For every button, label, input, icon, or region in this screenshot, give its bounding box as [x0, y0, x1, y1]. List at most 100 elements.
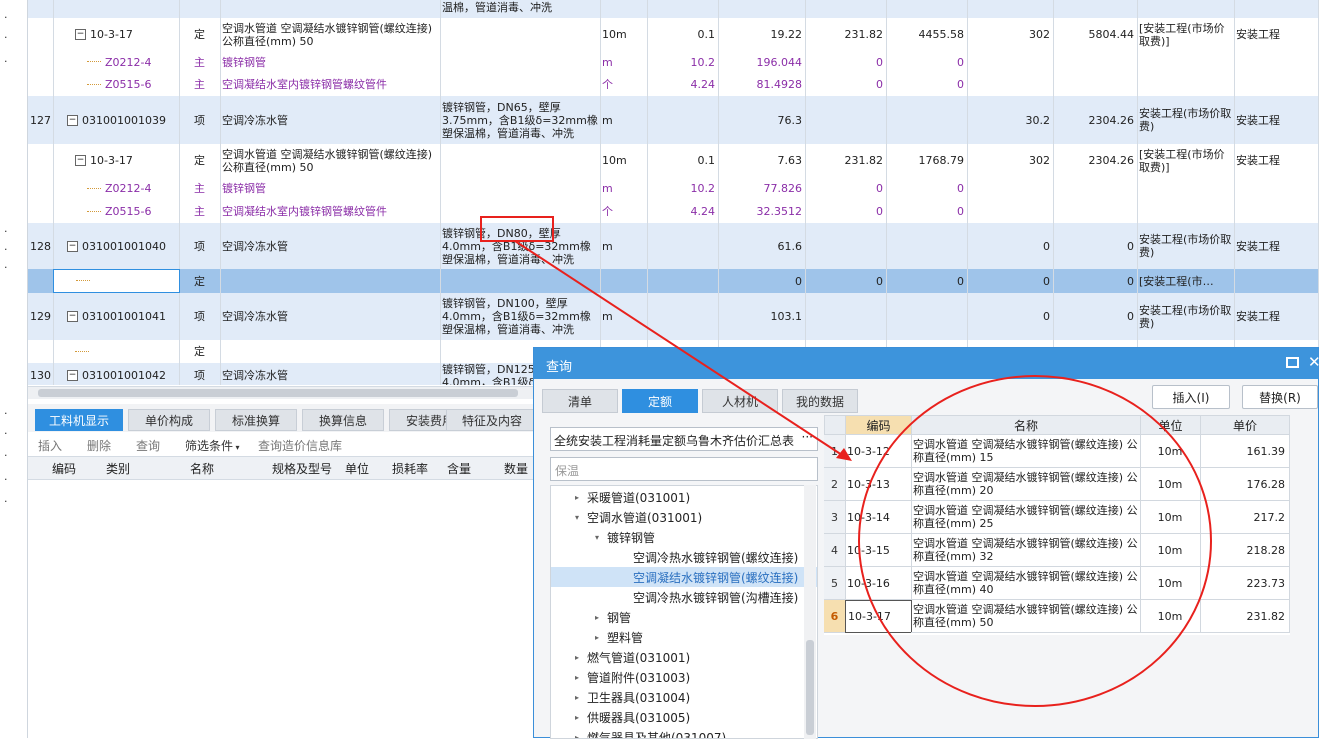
- cell-unit[interactable]: 10m: [600, 18, 648, 51]
- cell-c9[interactable]: 30.2: [967, 96, 1054, 144]
- cell-sum[interactable]: 0: [886, 51, 968, 73]
- cell-spec[interactable]: [440, 18, 601, 51]
- cell-unit-price[interactable]: 231.82: [805, 144, 887, 177]
- cell-fee[interactable]: 安装工程(市场价取费): [1137, 223, 1235, 269]
- cell-idx[interactable]: [28, 200, 54, 223]
- expand-right-icon[interactable]: ▸: [575, 673, 587, 682]
- cell-name[interactable]: [220, 0, 441, 18]
- table-row[interactable]: 128−031001001040项空调冷冻水管镀锌钢管，DN80，壁厚4.0mm…: [28, 223, 1319, 270]
- collapse-icon[interactable]: −: [67, 311, 78, 322]
- cell-code[interactable]: Z0515-6: [53, 73, 180, 96]
- cell-qty[interactable]: [647, 269, 719, 293]
- cell-name[interactable]: 空调水管道 空调凝结水镀锌钢管(螺纹连接) 公称直径(mm) 25: [911, 501, 1141, 534]
- cell-total-qty[interactable]: 32.3512: [718, 200, 806, 223]
- cell-major[interactable]: [1234, 177, 1319, 200]
- cell-unit-price[interactable]: 0: [805, 177, 887, 200]
- cell-unit[interactable]: 个: [600, 200, 648, 223]
- cell-spec[interactable]: 镀锌钢管，DN65，壁厚3.75mm，含B1级δ=32mm橡塑保温棉，管道消毒、…: [440, 96, 601, 144]
- cell-c9[interactable]: [967, 0, 1054, 18]
- expand-right-icon[interactable]: ▸: [575, 733, 587, 739]
- tree-item[interactable]: ▾空调水管道(031001): [551, 507, 818, 527]
- cell-spec[interactable]: [440, 269, 601, 293]
- cell-qty[interactable]: [647, 0, 719, 18]
- table-row[interactable]: Z0515-6主空调凝结水室内镀锌钢管螺纹管件个4.2481.492800: [28, 73, 1319, 97]
- cell-code[interactable]: 10-3-17: [845, 600, 912, 633]
- cell-c10[interactable]: 0: [1053, 293, 1138, 340]
- cell-idx[interactable]: [28, 340, 54, 363]
- tree-item[interactable]: ▸管道附件(031003): [551, 667, 818, 687]
- cell-c9[interactable]: 0: [967, 293, 1054, 340]
- cell-unit[interactable]: [600, 0, 648, 18]
- cell-unit-price[interactable]: [805, 96, 887, 144]
- tab-labor-material-machine[interactable]: 人材机: [702, 389, 778, 413]
- cell-code[interactable]: [53, 0, 180, 18]
- cell-idx[interactable]: [28, 177, 54, 200]
- cell-unit[interactable]: m: [600, 223, 648, 269]
- cell-price[interactable]: 161.39: [1200, 435, 1290, 468]
- cell-total-qty[interactable]: 76.3: [718, 96, 806, 144]
- cell-idx[interactable]: [28, 18, 54, 51]
- cell-type[interactable]: 项: [179, 293, 221, 340]
- cell-name[interactable]: 空调水管道 空调凝结水镀锌钢管(螺纹连接) 公称直径(mm) 32: [911, 534, 1141, 567]
- tree-item[interactable]: ▸塑料管: [551, 627, 818, 647]
- dialog-titlebar[interactable]: 查询 ✕: [534, 348, 1318, 379]
- cell-qty[interactable]: 4.24: [647, 200, 719, 223]
- cell-idx[interactable]: 130: [28, 363, 54, 385]
- cell-code[interactable]: [53, 340, 180, 363]
- cell-idx[interactable]: 129: [28, 293, 54, 340]
- expand-right-icon[interactable]: ▸: [575, 713, 587, 722]
- cell-code[interactable]: −031001001040: [53, 223, 180, 269]
- cell-unit[interactable]: [600, 269, 648, 293]
- cell-c9[interactable]: [967, 200, 1054, 223]
- row-number[interactable]: 1: [824, 435, 846, 468]
- cell-major[interactable]: 安装工程: [1234, 96, 1319, 144]
- cell-total-qty[interactable]: 61.6: [718, 223, 806, 269]
- result-row[interactable]: 310-3-14空调水管道 空调凝结水镀锌钢管(螺纹连接) 公称直径(mm) 2…: [824, 501, 1290, 534]
- table-row[interactable]: 温棉，管道消毒、冲洗: [28, 0, 1319, 19]
- collapse-icon[interactable]: −: [75, 29, 86, 40]
- cell-price[interactable]: 223.73: [1200, 567, 1290, 600]
- row-number[interactable]: 4: [824, 534, 846, 567]
- table-row[interactable]: −10-3-17定空调水管道 空调凝结水镀锌钢管(螺纹连接) 公称直径(mm) …: [28, 18, 1319, 52]
- cell-code[interactable]: 10-3-14: [845, 501, 912, 534]
- cell-type[interactable]: 主: [179, 177, 221, 200]
- tree-item[interactable]: ▸燃气器具及其他(031007): [551, 727, 818, 739]
- cell-c10[interactable]: [1053, 200, 1138, 223]
- table-row[interactable]: Z0212-4主镀锌钢管m10.2196.04400: [28, 51, 1319, 74]
- cell-unit[interactable]: 10m: [600, 144, 648, 177]
- maximize-icon[interactable]: [1286, 357, 1299, 368]
- search-input[interactable]: 保温: [550, 457, 818, 481]
- tree-item[interactable]: ▸燃气管道(031001): [551, 647, 818, 667]
- insert-button[interactable]: 插入: [38, 437, 62, 454]
- tree-item[interactable]: 空调冷热水镀锌钢管(沟槽连接): [551, 587, 818, 607]
- cell-major[interactable]: [1234, 200, 1319, 223]
- tab-conversion-info[interactable]: 换算信息: [302, 409, 384, 431]
- cell-c10[interactable]: 2304.26: [1053, 96, 1138, 144]
- col-header-code[interactable]: 编码: [845, 415, 912, 435]
- tab-quota[interactable]: 定额: [622, 389, 698, 413]
- scroll-thumb[interactable]: [38, 389, 518, 397]
- scroll-thumb[interactable]: [806, 640, 814, 735]
- cell-code[interactable]: −031001001042: [53, 363, 180, 385]
- cell-spec[interactable]: [440, 73, 601, 96]
- cell-total-qty[interactable]: 7.63: [718, 144, 806, 177]
- cell-name[interactable]: 镀锌钢管: [220, 51, 441, 73]
- cell-sum[interactable]: 0: [886, 73, 968, 96]
- cell-name[interactable]: 空调冷冻水管: [220, 96, 441, 144]
- cell-spec[interactable]: [440, 51, 601, 73]
- cell-name[interactable]: 空调水管道 空调凝结水镀锌钢管(螺纹连接) 公称直径(mm) 15: [911, 435, 1141, 468]
- cell-c9[interactable]: 0: [967, 269, 1054, 293]
- cell-major[interactable]: [1234, 269, 1319, 293]
- cell-type[interactable]: 主: [179, 51, 221, 73]
- cell-qty[interactable]: 10.2: [647, 51, 719, 73]
- cell-major[interactable]: 安装工程: [1234, 223, 1319, 269]
- cell-fee[interactable]: [安装工程(市场价取费)]: [1137, 18, 1235, 51]
- cell-qty[interactable]: 0.1: [647, 18, 719, 51]
- cell-c10[interactable]: 0: [1053, 269, 1138, 293]
- cell-c10[interactable]: [1053, 73, 1138, 96]
- cell-type[interactable]: 主: [179, 200, 221, 223]
- cell-major[interactable]: [1234, 73, 1319, 96]
- cell-name[interactable]: 空调凝结水室内镀锌钢管螺纹管件: [220, 200, 441, 223]
- cell-major[interactable]: [1234, 51, 1319, 73]
- cell-fee[interactable]: [1137, 0, 1235, 18]
